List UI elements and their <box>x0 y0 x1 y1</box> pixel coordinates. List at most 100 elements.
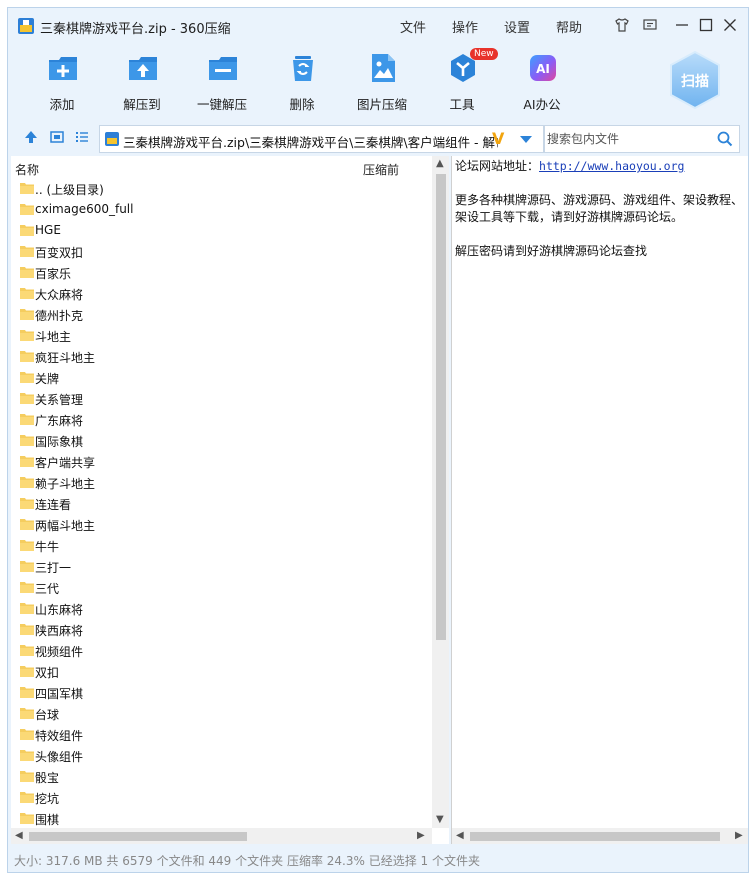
preview-scroll-right-icon[interactable]: ▶ <box>735 830 743 841</box>
preview-scroll-thumb[interactable] <box>470 832 720 841</box>
menu-operation[interactable]: 操作 <box>452 17 478 36</box>
folder-name: 德州扑克 <box>35 309 84 323</box>
window-title: 三秦棋牌游戏平台.zip - 360压缩 <box>40 22 231 37</box>
folder-row[interactable]: 三打一 <box>11 556 431 577</box>
folder-row[interactable]: 百家乐 <box>11 262 431 283</box>
scroll-left-icon[interactable]: ◀ <box>15 830 23 841</box>
folder-row[interactable]: 特效组件 <box>11 724 431 745</box>
list-view-icon[interactable] <box>75 130 89 144</box>
folder-name: 赖子斗地主 <box>35 477 96 491</box>
path-field[interactable]: 三秦棋牌游戏平台.zip\三秦棋牌游戏平台\三秦棋牌\客户端组件 - 解包大小为… <box>99 125 544 153</box>
folder-row[interactable]: 双扣 <box>11 661 431 682</box>
delete-button[interactable]: 删除 <box>262 50 342 112</box>
file-list-pane: 名称 压缩前 .. (上级目录) cximage600_full HGE 百变双扣 百家… <box>11 156 449 844</box>
folder-row[interactable]: 国际象棋 <box>11 430 431 451</box>
folder-name: 关牌 <box>35 372 60 386</box>
folder-row[interactable]: 头像组件 <box>11 745 431 766</box>
folder-icon <box>20 288 34 299</box>
minimize-button[interactable] <box>671 14 693 36</box>
vip-badge[interactable]: V <box>492 129 504 148</box>
menu-file[interactable]: 文件 <box>400 17 426 36</box>
folder-row[interactable]: 两幅斗地主 <box>11 514 431 535</box>
folder-row[interactable]: 四国军棋 <box>11 682 431 703</box>
up-arrow-icon[interactable] <box>24 130 38 144</box>
folder-name: 连连看 <box>35 498 72 512</box>
horizontal-scrollbar[interactable]: ◀ ▶ <box>11 828 432 844</box>
search-box[interactable] <box>544 125 740 153</box>
address-bar: 三秦棋牌游戏平台.zip\三秦棋牌游戏平台\三秦棋牌\客户端组件 - 解包大小为… <box>8 116 748 156</box>
folder-row[interactable]: 三代 <box>11 577 431 598</box>
close-button[interactable] <box>719 14 741 36</box>
parent-directory-row[interactable]: .. (上级目录) <box>11 178 431 199</box>
thumbnail-view-icon[interactable] <box>50 130 64 144</box>
horizontal-scroll-thumb[interactable] <box>29 832 247 841</box>
folder-row[interactable]: 大众麻将 <box>11 283 431 304</box>
folder-name: 骰宝 <box>35 771 60 785</box>
folder-name: 双扣 <box>35 666 60 680</box>
tools-button[interactable]: New 工具 <box>422 48 502 112</box>
folder-icon <box>20 372 34 383</box>
scroll-right-icon[interactable]: ▶ <box>417 830 425 841</box>
search-input[interactable] <box>547 129 707 149</box>
folder-row[interactable]: HGE <box>11 220 431 241</box>
path-dropdown-icon[interactable] <box>520 136 532 143</box>
folder-row[interactable]: 关系管理 <box>11 388 431 409</box>
folder-icon <box>20 246 34 257</box>
folder-row[interactable]: 山东麻将 <box>11 598 431 619</box>
password-line: 解压密码请到好游棋牌源码论坛查找 <box>455 244 648 258</box>
folder-row[interactable]: 赖子斗地主 <box>11 472 431 493</box>
folder-row[interactable]: 广东麻将 <box>11 409 431 430</box>
folder-icon <box>20 603 34 614</box>
extract-to-button[interactable]: 解压到 <box>102 50 182 112</box>
ai-office-label: AI办公 <box>523 97 561 112</box>
scroll-down-icon[interactable]: ▼ <box>436 814 444 825</box>
folder-row[interactable]: 斗地主 <box>11 325 431 346</box>
folder-row[interactable]: 台球 <box>11 703 431 724</box>
folder-row[interactable]: 百变双扣 <box>11 241 431 262</box>
vertical-scrollbar[interactable]: ▲ ▼ <box>432 156 449 828</box>
folder-icon <box>20 351 34 362</box>
folder-row[interactable]: 德州扑克 <box>11 304 431 325</box>
one-click-extract-button[interactable]: 一键解压 <box>182 50 262 112</box>
folder-row[interactable]: 连连看 <box>11 493 431 514</box>
vertical-scroll-thumb[interactable] <box>436 174 446 640</box>
folder-name: .. (上级目录) <box>35 183 104 197</box>
folder-row[interactable]: 围棋 <box>11 808 431 828</box>
folder-name: 三打一 <box>35 561 72 575</box>
search-icon[interactable] <box>717 131 733 147</box>
menu-settings[interactable]: 设置 <box>504 17 530 36</box>
folder-icon <box>20 225 34 236</box>
forum-link[interactable]: http://www.haoyou.org <box>539 159 684 173</box>
folder-row[interactable]: cximage600_full <box>11 199 431 220</box>
folder-row[interactable]: 关牌 <box>11 367 431 388</box>
folder-row[interactable]: 视频组件 <box>11 640 431 661</box>
ai-office-button[interactable]: AI AI办公 <box>502 50 582 112</box>
folder-row[interactable]: 陕西麻将 <box>11 619 431 640</box>
scan-button[interactable]: 扫描 <box>668 50 722 110</box>
folder-row[interactable]: 骰宝 <box>11 766 431 787</box>
folder-name: 关系管理 <box>35 393 84 407</box>
folder-row[interactable]: 疯狂斗地主 <box>11 346 431 367</box>
folder-row[interactable]: 牛牛 <box>11 535 431 556</box>
preview-horizontal-scrollbar[interactable]: ◀ ▶ <box>452 828 748 844</box>
column-name[interactable]: 名称 <box>15 161 39 178</box>
skin-button[interactable] <box>611 14 633 36</box>
menu-help[interactable]: 帮助 <box>556 17 582 36</box>
download-line: 架设工具等下载，请到好游棋牌源码论坛。 <box>455 210 684 224</box>
preview-scroll-left-icon[interactable]: ◀ <box>456 830 464 841</box>
folder-icon <box>20 624 34 635</box>
folder-row[interactable]: 挖坑 <box>11 787 431 808</box>
add-button[interactable]: 添加 <box>22 50 102 112</box>
new-badge: New <box>470 48 498 60</box>
folder-icon <box>20 792 34 803</box>
folder-name: 牛牛 <box>35 540 60 554</box>
image-compress-button[interactable]: 图片压缩 <box>342 50 422 112</box>
scroll-up-icon[interactable]: ▲ <box>436 158 444 169</box>
maximize-button[interactable] <box>695 14 717 36</box>
column-size-before[interactable]: 压缩前 <box>363 161 399 178</box>
image-compress-label: 图片压缩 <box>356 97 407 112</box>
feedback-button[interactable] <box>639 14 661 36</box>
message-icon <box>643 19 657 30</box>
folder-icon <box>20 435 34 446</box>
folder-row[interactable]: 客户端共享 <box>11 451 431 472</box>
